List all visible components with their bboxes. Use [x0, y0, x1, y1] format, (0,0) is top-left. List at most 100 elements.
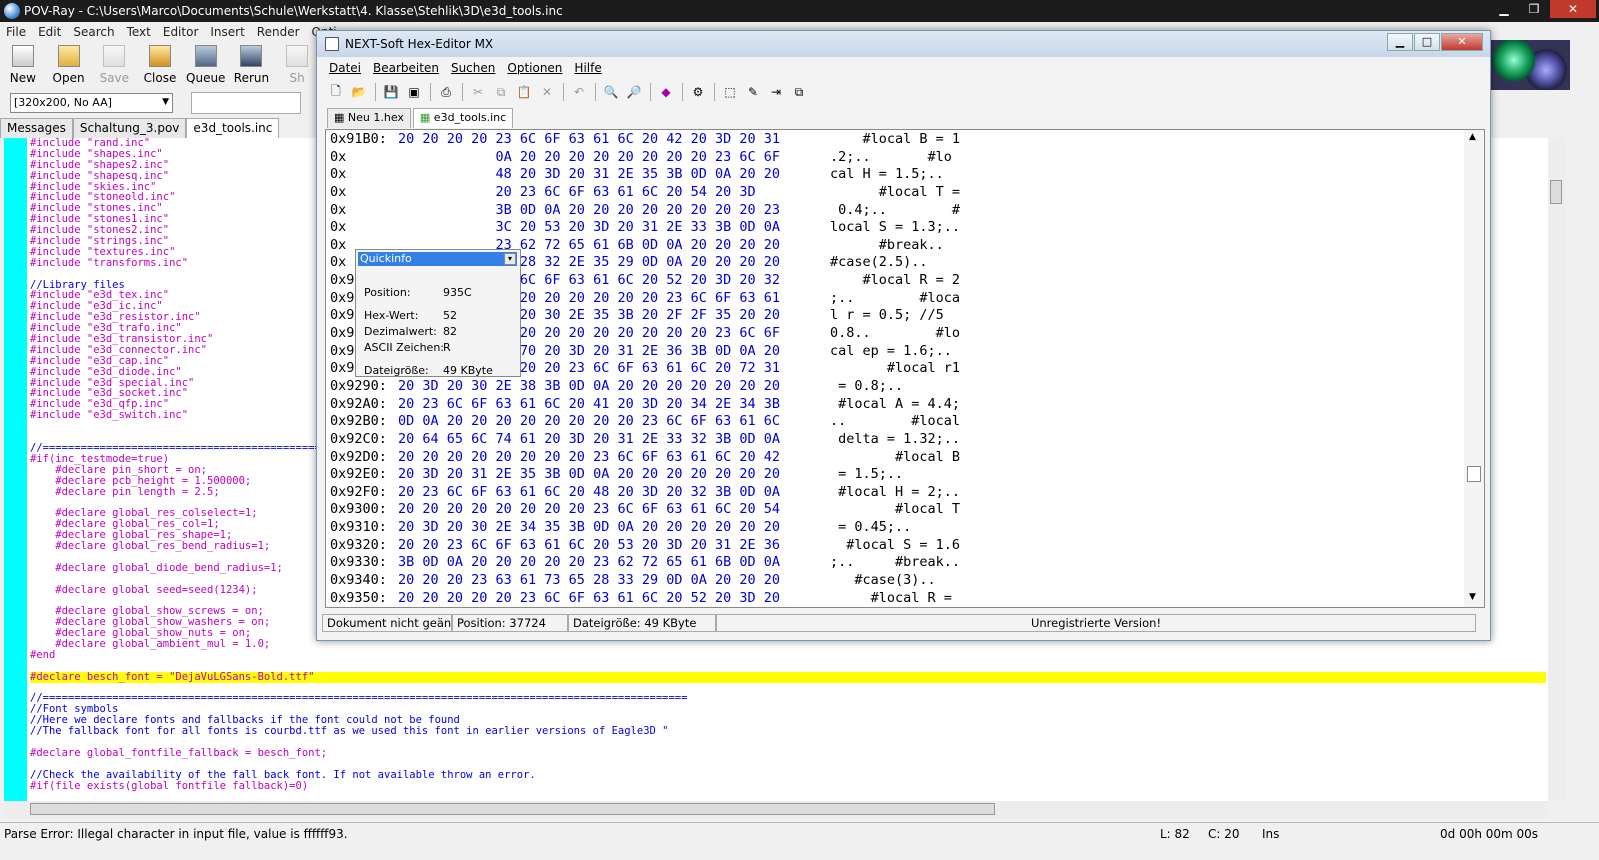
menu-render[interactable]: Render	[251, 25, 306, 39]
hex-offset[interactable]: 0x9310:	[330, 519, 398, 537]
hex-offset[interactable]: 0x92F0:	[330, 484, 398, 502]
tab-neu-1-hex[interactable]: ▦ Neu 1.hex	[327, 108, 411, 128]
compare-icon[interactable]: ⧉	[788, 82, 810, 102]
hex-bytes[interactable]: 0D 0A 20 20 20 20 20 20 20 20 23 6C 6F 6…	[398, 413, 830, 431]
save-as-icon[interactable]: ▣	[403, 82, 425, 102]
menu-insert[interactable]: Insert	[204, 25, 250, 39]
menu-search[interactable]: Search	[67, 25, 120, 39]
hex-row[interactable]: 0x92E0: 20 3D 20 31 2E 35 3B 0D 0A 20 20 …	[330, 466, 980, 484]
hex-ascii[interactable]: 0.8.. #lo	[830, 325, 980, 343]
menu-optionen[interactable]: Optionen	[501, 61, 568, 79]
hex-offset[interactable]: 0x92C0:	[330, 431, 398, 449]
scroll-thumb[interactable]	[30, 803, 995, 815]
tab-e3d-tools-inc[interactable]: ▦ e3d_tools.inc	[412, 108, 514, 128]
scroll-thumb[interactable]	[1550, 180, 1562, 204]
hex-bytes[interactable]: 20 20 23 6C 6F 63 61 6C 20 53 20 3D 20 3…	[398, 537, 830, 555]
command-line-input[interactable]	[191, 92, 301, 114]
close-icon[interactable]: ✕	[1550, 0, 1596, 18]
menu-text[interactable]: Text	[121, 25, 157, 39]
hex-row[interactable]: 0x 0A 20 20 20 20 20 20 20 20 23 6C 6F .2…	[330, 149, 980, 167]
hex-ascii[interactable]: .2;.. #lo	[830, 149, 980, 167]
hex-ascii[interactable]: #break..	[830, 237, 980, 255]
maximize-icon[interactable]: ❐	[1520, 0, 1548, 18]
hex-ascii[interactable]: #local H = 2;..	[830, 484, 980, 502]
code-line[interactable]	[30, 683, 1546, 694]
hex-ascii[interactable]: l r = 0.5; //5	[830, 307, 980, 325]
minimize-icon[interactable]: ▁	[1490, 0, 1518, 18]
export-icon[interactable]: ⇥	[765, 82, 787, 102]
code-line[interactable]	[30, 737, 1546, 748]
hex-row[interactable]: 0x91B0: 20 20 20 20 23 6C 6F 63 61 6C 20 …	[330, 131, 980, 149]
hex-offset[interactable]: 0x92A0:	[330, 396, 398, 414]
find-next-icon[interactable]: 🔎	[623, 82, 645, 102]
code-line[interactable]: #declare global_fontfile_fallback = besc…	[30, 748, 1546, 759]
hex-row[interactable]: 0x9330: 3B 0D 0A 20 20 20 20 20 23 62 72 …	[330, 554, 980, 572]
hex-offset[interactable]: 0x9300:	[330, 501, 398, 519]
hex-offset[interactable]: 0x9290:	[330, 378, 398, 396]
minimize-icon[interactable]: ▁	[1387, 33, 1413, 51]
menu-hilfe[interactable]: Hilfe	[568, 61, 607, 79]
hex-offset[interactable]: 0x	[330, 219, 398, 237]
menu-editor[interactable]: Editor	[157, 25, 205, 39]
hex-ascii[interactable]: .. #local	[830, 413, 980, 431]
hex-bytes[interactable]: 20 23 6C 6F 63 61 6C 20 48 20 3D 20 32 3…	[398, 484, 830, 502]
hex-title-bar[interactable]: NEXT-Soft Hex-Editor MX	[317, 31, 1490, 57]
show-button[interactable]: Sh	[274, 42, 320, 88]
hex-row[interactable]: 0x9320: 20 20 23 6C 6F 63 61 6C 20 53 20 …	[330, 537, 980, 555]
hex-ascii[interactable]: #local r1	[830, 360, 980, 378]
hex-bytes[interactable]: 20 20 20 20 20 20 20 20 23 6C 6F 63 61 6…	[398, 501, 830, 519]
print-icon[interactable]: ⎙	[435, 82, 457, 102]
hex-bytes[interactable]: 20 20 20 23 63 61 73 65 28 33 29 0D 0A 2…	[398, 572, 830, 590]
code-line[interactable]	[30, 791, 1546, 801]
hex-bytes[interactable]: 3B 0D 0A 20 20 20 20 20 20 20 20 23	[398, 202, 830, 220]
open-folder-icon[interactable]: 📂	[348, 82, 370, 102]
hex-row[interactable]: 0x92C0: 20 64 65 6C 74 61 20 3D 20 31 2E …	[330, 431, 980, 449]
hex-offset[interactable]: 0x9320:	[330, 537, 398, 555]
hex-ascii[interactable]: = 0.45;..	[830, 519, 980, 537]
delete-icon[interactable]: ✕	[536, 82, 558, 102]
hex-offset[interactable]: 0x	[330, 202, 398, 220]
hex-bytes[interactable]: 3B 0D 0A 20 20 20 20 20 23 62 72 65 61 6…	[398, 554, 830, 572]
rerun-button[interactable]: Rerun	[229, 42, 275, 88]
hex-bytes[interactable]: 0A 20 20 20 20 20 20 20 20 23 6C 6F	[398, 149, 830, 167]
select-icon[interactable]: ⬚	[719, 82, 741, 102]
scroll-thumb[interactable]	[1467, 466, 1481, 482]
code-line[interactable]	[30, 759, 1546, 770]
code-line[interactable]: //Here we declare fonts and fallbacks if…	[30, 715, 1546, 726]
hex-row[interactable]: 0x92A0: 20 23 6C 6F 63 61 6C 20 41 20 3D …	[330, 396, 980, 414]
hex-offset[interactable]: 0x	[330, 166, 398, 184]
hex-bytes[interactable]: 20 3D 20 30 2E 38 3B 0D 0A 20 20 20 20 2…	[398, 378, 830, 396]
povray-title-bar[interactable]: POV-Ray - C:\Users\Marco\Documents\Schul…	[0, 0, 1599, 22]
code-line[interactable]: //Check the availability of the fall bac…	[30, 770, 1546, 781]
hex-offset[interactable]: 0x91B0:	[330, 131, 398, 149]
hex-ascii[interactable]: ;.. #loca	[830, 290, 980, 308]
code-line[interactable]: //======================================…	[30, 693, 1546, 704]
undo-icon[interactable]: ↶	[568, 82, 590, 102]
hex-ascii[interactable]: ;.. #break..	[830, 554, 980, 572]
hex-offset[interactable]: 0x92B0:	[330, 413, 398, 431]
hex-bytes[interactable]: 20 64 65 6C 74 61 20 3D 20 31 2E 33 32 3…	[398, 431, 830, 449]
scroll-down-icon[interactable]: ▼	[1469, 592, 1476, 602]
menu-suchen[interactable]: Suchen	[445, 61, 501, 79]
hex-row[interactable]: 0x92B0: 0D 0A 20 20 20 20 20 20 20 20 23 …	[330, 413, 980, 431]
menu-file[interactable]: File	[0, 25, 32, 39]
hex-bytes[interactable]: 20 20 20 20 23 6C 6F 63 61 6C 20 42 20 3…	[398, 131, 830, 149]
save-button[interactable]: Save	[91, 42, 137, 88]
code-line[interactable]: //The fallback font for all fonts is cou…	[30, 726, 1546, 737]
dropdown-icon[interactable]: ▾	[504, 253, 516, 265]
hex-ascii[interactable]: #local T =	[830, 184, 980, 202]
hex-ascii[interactable]: #local R =	[830, 590, 980, 607]
code-line[interactable]: #declare besch_font = "DejaVuLGSans-Bold…	[30, 671, 1546, 683]
queue-button[interactable]: Queue	[183, 42, 229, 88]
code-line[interactable]	[30, 661, 1546, 672]
hex-bytes[interactable]: 48 20 3D 20 31 2E 35 3B 0D 0A 20 20	[398, 166, 830, 184]
hex-row[interactable]: 0x9300: 20 20 20 20 20 20 20 20 23 6C 6F …	[330, 501, 980, 519]
hex-offset[interactable]: 0x	[330, 184, 398, 202]
hex-vertical-scrollbar[interactable]: ▲ ▼	[1464, 130, 1484, 607]
hex-row[interactable]: 0x9290: 20 3D 20 30 2E 38 3B 0D 0A 20 20 …	[330, 378, 980, 396]
hex-ascii[interactable]: cal H = 1.5;..	[830, 166, 980, 184]
hex-row[interactable]: 0x 3C 20 53 20 3D 20 31 2E 33 3B 0D 0A lo…	[330, 219, 980, 237]
hex-ascii[interactable]: #local B	[830, 449, 980, 467]
save-icon[interactable]: 💾	[380, 82, 402, 102]
paste-icon[interactable]: 📋	[513, 82, 535, 102]
